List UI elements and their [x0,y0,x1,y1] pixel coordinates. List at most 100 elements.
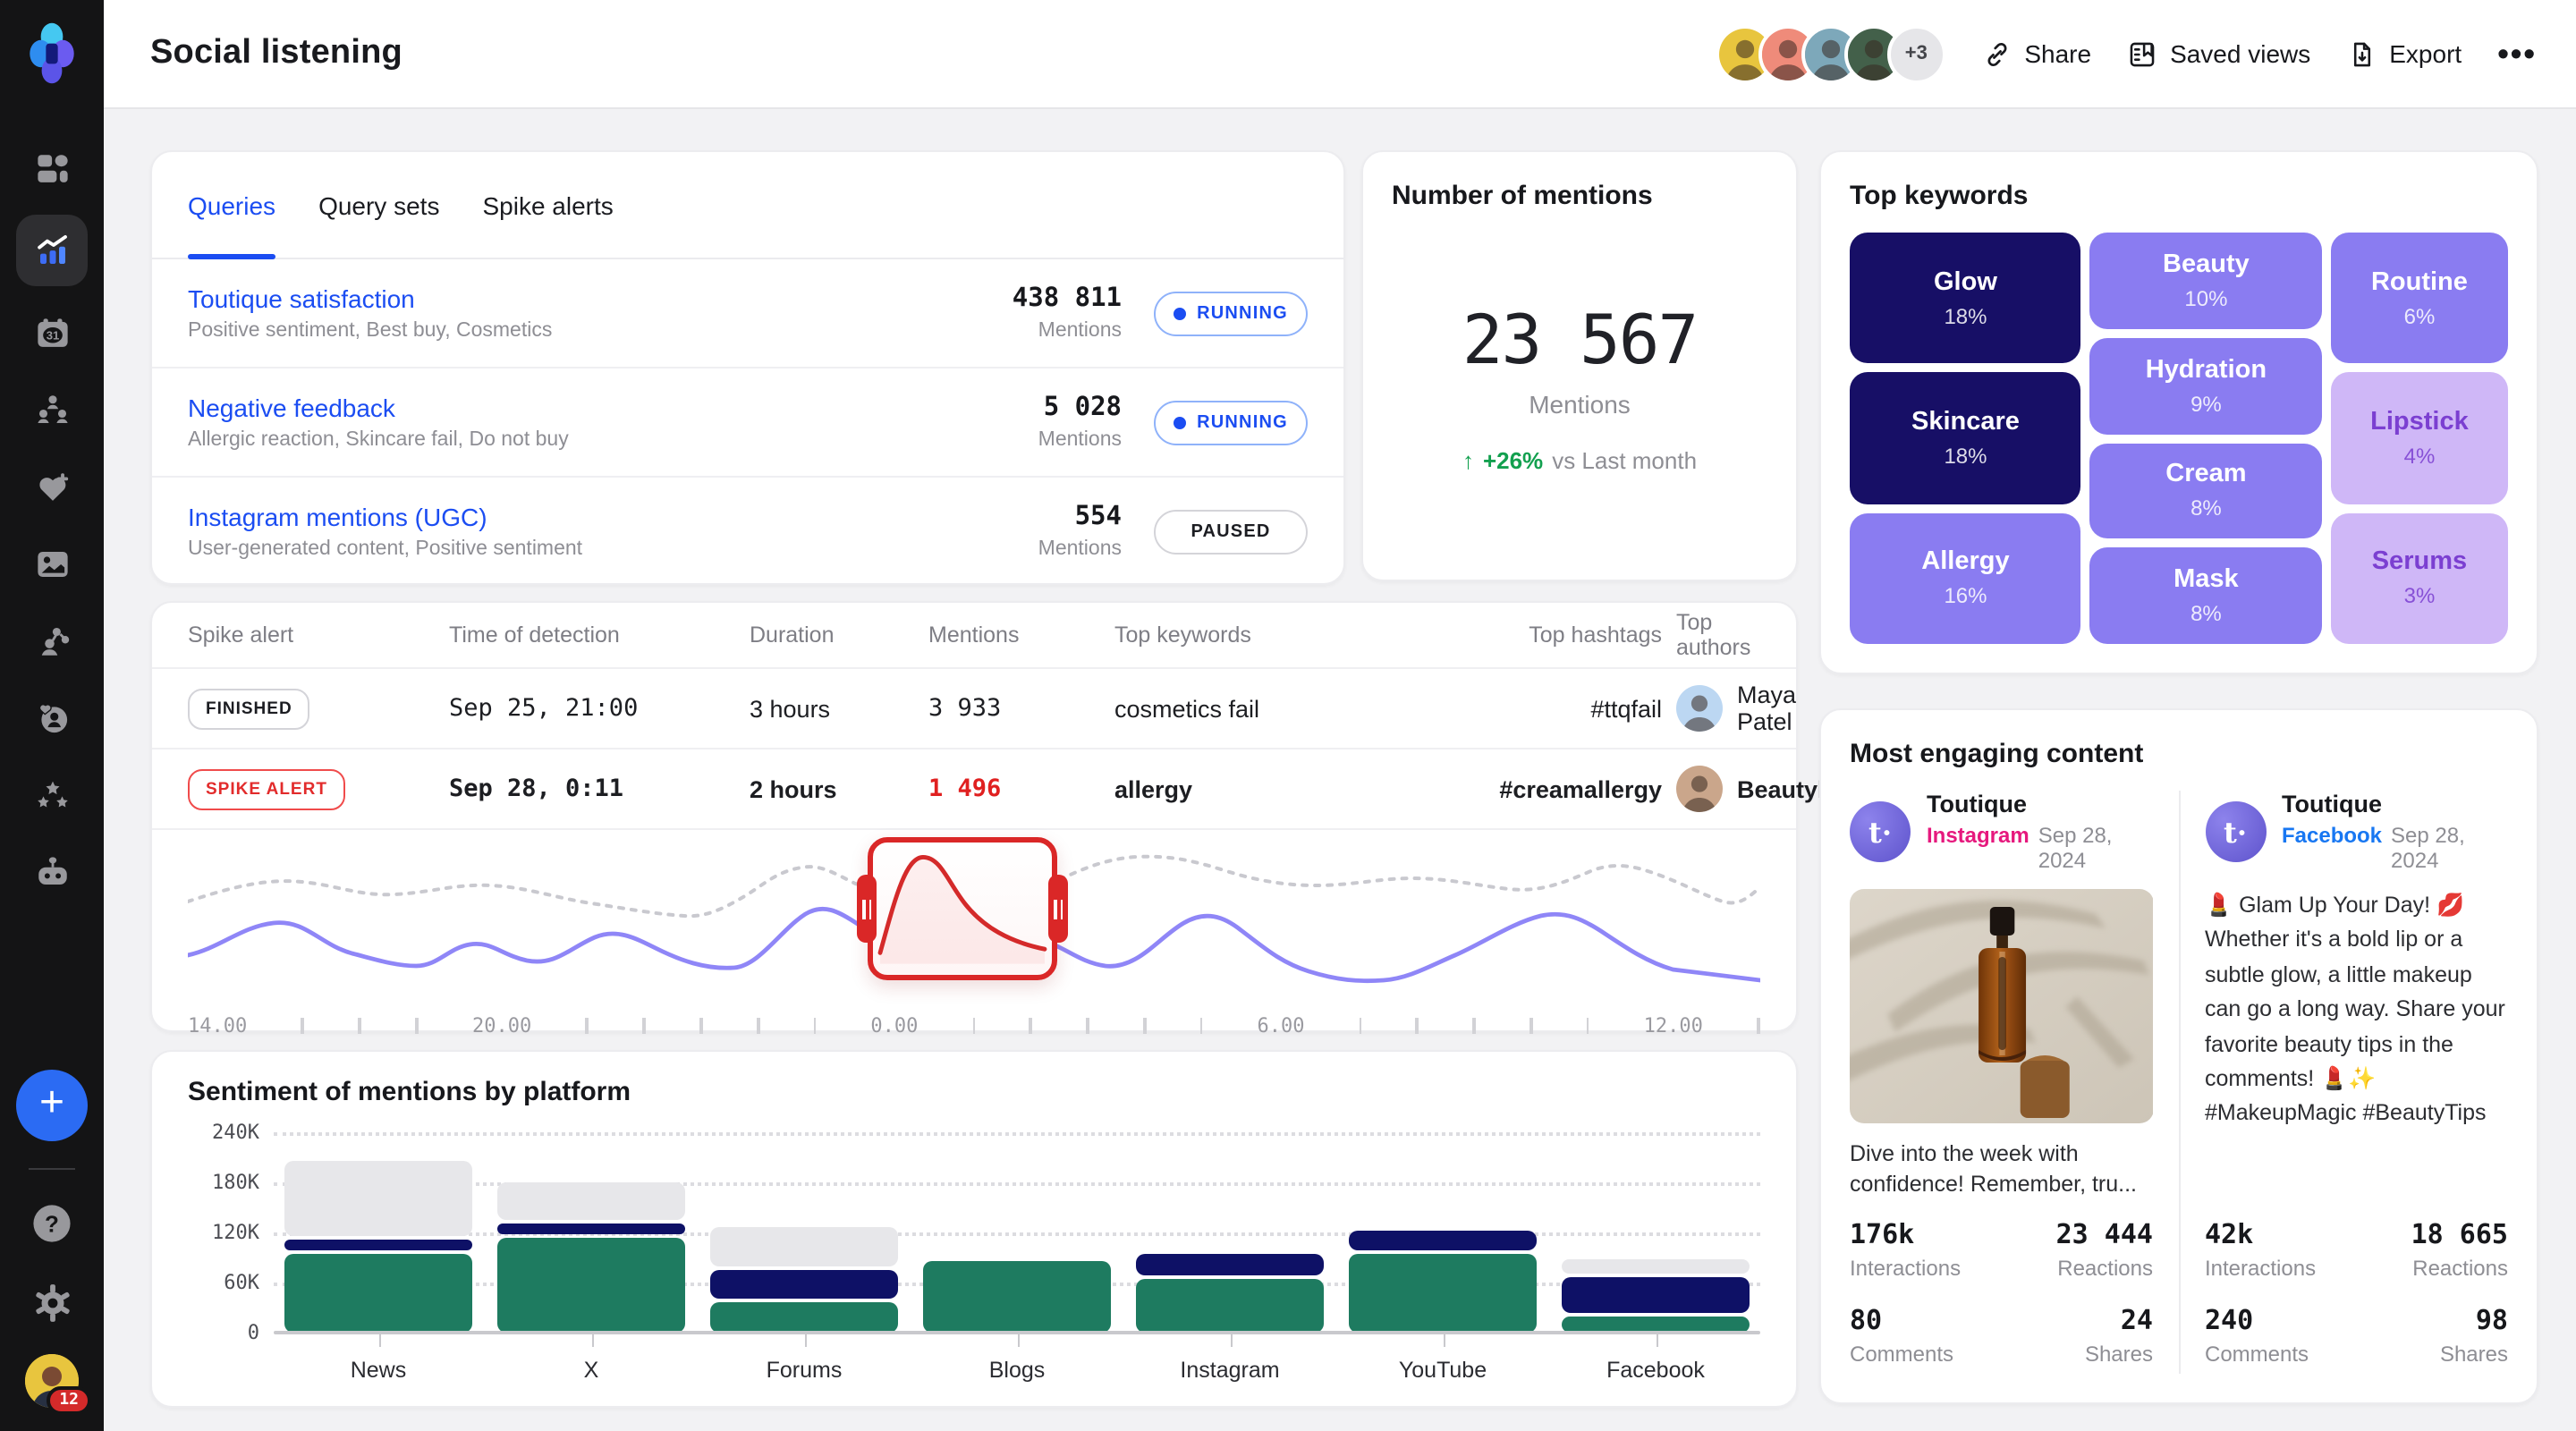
mentions-kpi: 23 567 Mentions ↑ +26% vs Last month [1392,222,1767,551]
query-subtitle: Allergic reaction, Skincare fail, Do not… [188,429,569,451]
query-title-link[interactable]: Instagram mentions (UGC) [188,503,582,531]
keyword-percent: 8% [2190,496,2222,521]
spike-row[interactable]: FINISHEDSep 25, 21:003 hours3 933cosmeti… [152,669,1796,749]
keyword-tile[interactable]: Beauty10% [2090,233,2322,329]
export-label: Export [2389,39,2462,68]
more-menu-button[interactable]: ••• [2497,35,2537,72]
keyword-label: Routine [2371,267,2468,296]
axis-label: 12.00 [1644,1013,1703,1037]
axis-tick [814,1017,817,1033]
keyword-percent: 3% [2404,584,2436,609]
y-tick-label: 120K [212,1221,259,1244]
keyword-tile[interactable]: Skincare18% [1850,373,2081,504]
keyword-tile[interactable]: Mask8% [2090,548,2322,645]
app-logo-icon[interactable] [18,20,86,88]
keyword-percent: 18% [1944,444,1987,469]
sidebar-item-audience[interactable] [21,687,82,748]
keyword-tile[interactable]: Allergy16% [1850,512,2081,644]
page-header: Social listening +3 Share Saved views [104,0,2576,109]
export-button[interactable]: Export [2346,38,2462,69]
user-avatar[interactable]: 12 [25,1354,79,1408]
share-button[interactable]: Share [1981,38,2091,69]
engagement-panel: Most engaging content t· Toutique Instag… [1819,708,2538,1404]
share-label: Share [2024,39,2091,68]
axis-tick [699,1017,702,1033]
y-tick-label: 60K [224,1271,259,1294]
query-mentions: 5 028Mentions [1038,394,1122,451]
query-row[interactable]: Instagram mentions (UGC)User-generated c… [152,476,1343,585]
sidebar-item-engage[interactable] [21,456,82,517]
bar-segment-positive [1136,1279,1324,1333]
tab-queries[interactable]: Queries [188,152,275,258]
timeline-axis: 14.0020.000.006.0012.00 [188,1007,1760,1043]
window-left-handle[interactable] [857,875,877,943]
stat-value: 23 444 [2002,1218,2154,1250]
bar-segment-positive [923,1262,1111,1333]
sidebar-item-calendar[interactable]: 31 [21,302,82,363]
spike-row[interactable]: SPIKE ALERTSep 28, 0:112 hours1 496aller… [152,749,1796,830]
saved-views-button[interactable]: Saved views [2127,38,2310,69]
bar-segment-positive [710,1302,898,1333]
stacked-bar-blogs [923,1262,1111,1333]
query-row[interactable]: Negative feedback Allergic reaction, Skin… [152,367,1343,476]
export-icon [2346,38,2377,69]
keyword-tile[interactable]: Hydration9% [2090,338,2322,435]
x-category-label: Instagram [1136,1358,1324,1383]
avatars-overflow-badge[interactable]: +3 [1886,24,1945,83]
stat-value: 80 [1850,1304,2002,1336]
sidebar-item-dashboard[interactable] [21,138,82,199]
query-subtitle: Positive sentiment, Best buy, Cosmetics [188,320,552,342]
post-instagram[interactable]: t· Toutique Instagram Sep 28, 2024 [1850,791,2178,1374]
keyword-label: Beauty [2163,250,2250,279]
query-mentions: 438 811Mentions [1013,284,1122,342]
keyword-tile[interactable]: Serums3% [2331,512,2508,644]
keyword-tile[interactable]: Cream8% [2090,443,2322,539]
stacked-bar-youtube [1349,1232,1537,1333]
tab-spike-alerts[interactable]: Spike alerts [482,152,613,258]
sidebar-item-network[interactable] [21,610,82,671]
bar-segment-positive [1349,1253,1537,1333]
create-new-button[interactable]: + [16,1070,88,1141]
top-hashtag[interactable]: #ttqfail [1433,695,1662,722]
dashboard-icon [33,149,71,187]
query-row[interactable]: Toutique satisfaction Positive sentiment,… [152,259,1343,367]
sidebar-item-team[interactable] [21,379,82,440]
query-title-link[interactable]: Toutique satisfaction [188,284,552,313]
author-avatar [1676,766,1723,812]
spike-table-header: Spike alertTime of detectionDurationMent… [152,603,1796,669]
saved-views-icon [2127,38,2157,69]
stars-icon [33,775,71,813]
mentions-count: 3 933 [928,694,1100,723]
axis-tick [643,1017,646,1033]
help-button[interactable]: ? [25,1197,79,1250]
keyword-tile[interactable]: Routine6% [2331,233,2508,364]
post-platform[interactable]: Facebook [2282,823,2382,873]
x-category-label: YouTube [1349,1358,1537,1383]
treemap-column: Glow18%Skincare18%Allergy16% [1850,233,2081,644]
notification-badge: 12 [47,1386,91,1415]
sidebar-item-media[interactable] [21,533,82,594]
mentions-card: Number of mentions 23 567 Mentions ↑ +26… [1361,150,1798,581]
queries-tabs: Queries Query sets Spike alerts [152,152,1343,259]
axis-tick [1416,1017,1419,1033]
tab-query-sets[interactable]: Query sets [318,152,439,258]
keyword-tile[interactable]: Lipstick4% [2331,373,2508,504]
window-right-handle[interactable] [1048,875,1068,943]
stat-value: 98 [2357,1304,2509,1336]
top-author[interactable]: Maya Patel [1676,682,1796,735]
stacked-bar-facebook [1562,1258,1750,1333]
bar-segment-neutral [710,1228,898,1267]
keywords-treemap: Glow18%Skincare18%Allergy16%Beauty10%Hyd… [1850,233,2508,644]
post-platform[interactable]: Instagram [1927,823,2029,873]
top-hashtag[interactable]: #creamallergy [1433,775,1662,802]
spike-selection-window[interactable] [868,837,1057,980]
settings-button[interactable] [25,1275,79,1329]
bar-segment-negative [1562,1277,1750,1312]
sidebar-item-reviews[interactable] [21,764,82,825]
sidebar-item-bot[interactable] [21,841,82,902]
sidebar-item-analytics[interactable] [16,215,88,286]
query-title-link[interactable]: Negative feedback [188,394,569,422]
keyword-tile[interactable]: Glow18% [1850,233,2081,364]
post-facebook[interactable]: t· Toutique Facebook Sep 28, 2024 💄 Glam… [2178,791,2508,1374]
query-row-text: Toutique satisfaction Positive sentiment,… [188,284,552,342]
